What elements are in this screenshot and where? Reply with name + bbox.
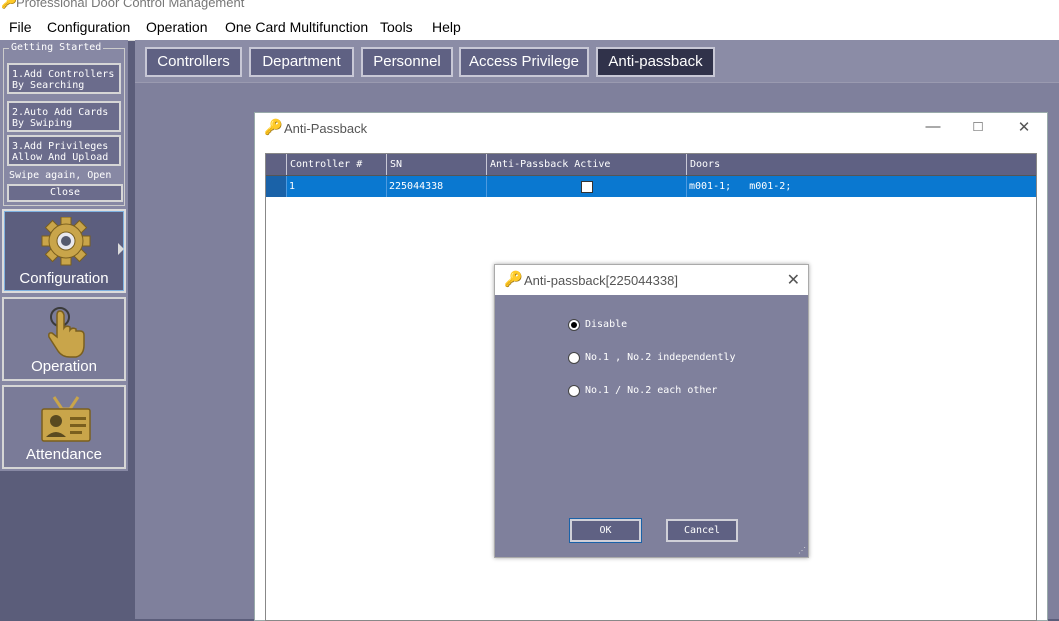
table-row[interactable]: 1 225044338 m001-1; m001-2; — [266, 176, 1036, 197]
sidebar-configuration[interactable]: Configuration — [2, 209, 126, 293]
auto-add-cards-button[interactable]: 2.Auto Add Cards By Swiping — [7, 101, 121, 132]
cell-sn: 225044338 — [386, 176, 486, 197]
dialog-key-icon: 🔑 — [504, 271, 523, 288]
title-bar: 🔑 Professional Door Control Management — [0, 0, 1059, 14]
radio-each-other-label[interactable]: No.1 / No.2 each other — [585, 385, 717, 396]
menu-tools[interactable]: Tools — [380, 19, 413, 35]
dialog-title: Anti-passback[225044338] — [524, 273, 678, 288]
selected-arrow-icon — [118, 243, 124, 255]
add-controllers-button[interactable]: 1.Add Controllers By Searching — [7, 63, 121, 94]
radio-each-other[interactable] — [568, 385, 580, 397]
sidebar-configuration-label: Configuration — [19, 270, 109, 287]
radio-disable[interactable] — [568, 319, 580, 331]
tab-controllers[interactable]: Controllers — [145, 47, 242, 77]
add-privileges-button[interactable]: 3.Add Privileges Allow And Upload — [7, 135, 121, 166]
pointing-hand-icon — [48, 307, 85, 358]
cell-doors: m001-1; m001-2; — [686, 176, 1036, 197]
window-key-icon: 🔑 — [264, 119, 283, 136]
menu-one-card[interactable]: One Card Multifunction — [225, 19, 368, 35]
cancel-button[interactable]: Cancel — [666, 519, 738, 542]
column-anti-passback-active[interactable]: Anti-Passback Active — [486, 154, 686, 175]
anti-passback-dialog: 🔑 Anti-passback[225044338] ✕ Disable No.… — [494, 264, 809, 558]
menu-configuration[interactable]: Configuration — [47, 19, 130, 35]
gear-icon — [41, 217, 91, 266]
ok-button[interactable]: OK — [570, 519, 641, 542]
getting-started-close-button[interactable]: Close — [7, 184, 123, 202]
tab-access-privilege[interactable]: Access Privilege — [459, 47, 589, 77]
window-title: Anti-Passback — [284, 121, 368, 136]
dialog-title-bar: 🔑 Anti-passback[225044338] ✕ — [495, 265, 808, 295]
menu-bar: File Configuration Operation One Card Mu… — [0, 14, 1059, 41]
tab-department[interactable]: Department — [249, 47, 354, 77]
column-sn[interactable]: SN — [386, 154, 486, 175]
tab-personnel[interactable]: Personnel — [361, 47, 453, 77]
grid-header: Controller # SN Anti-Passback Active Doo… — [266, 154, 1036, 176]
getting-started-title: Getting Started — [9, 42, 104, 53]
menu-help[interactable]: Help — [432, 19, 461, 35]
cell-controller: 1 — [286, 176, 386, 197]
tab-anti-passback[interactable]: Anti-passback — [596, 47, 715, 77]
row-selector[interactable] — [266, 176, 286, 197]
radio-independently[interactable] — [568, 352, 580, 364]
sidebar-operation[interactable]: Operation — [2, 297, 126, 381]
dialog-close-icon[interactable]: ✕ — [787, 270, 800, 290]
column-controller[interactable]: Controller # — [286, 154, 386, 175]
minimize-icon[interactable]: — — [923, 118, 943, 135]
column-doors[interactable]: Doors — [686, 154, 1036, 175]
swipe-again-text: Swipe again, Open — [9, 170, 112, 181]
sidebar-attendance[interactable]: Attendance — [2, 385, 126, 469]
radio-independently-label[interactable]: No.1 , No.2 independently — [585, 352, 736, 363]
sidebar-operation-label: Operation — [31, 358, 97, 375]
menu-operation[interactable]: Operation — [146, 19, 207, 35]
sidebar-attendance-label: Attendance — [26, 446, 102, 463]
close-icon[interactable]: ✕ — [1014, 118, 1034, 136]
maximize-icon[interactable]: □ — [968, 118, 988, 135]
app-title: Professional Door Control Management — [16, 0, 245, 10]
id-badge-icon — [41, 396, 91, 442]
resize-grip-icon[interactable]: ⋰ — [798, 547, 806, 555]
app-key-icon: 🔑 — [1, 0, 18, 9]
anti-passback-active-checkbox[interactable] — [581, 181, 593, 193]
radio-disable-label[interactable]: Disable — [585, 319, 627, 330]
menu-file[interactable]: File — [9, 19, 32, 35]
window-title-bar: 🔑 Anti-Passback — □ ✕ — [255, 113, 1047, 143]
